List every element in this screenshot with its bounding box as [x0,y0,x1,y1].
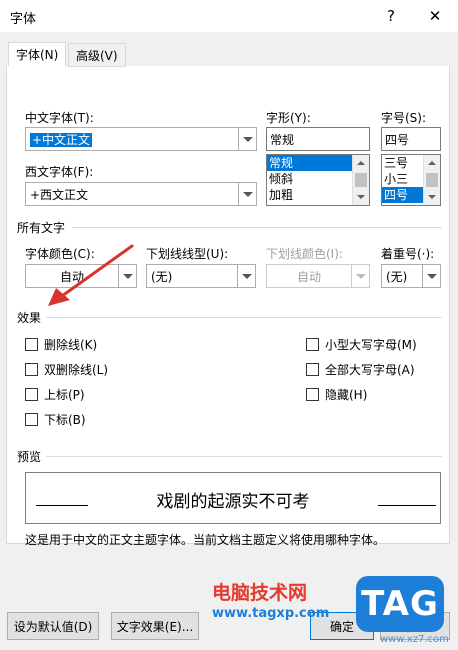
subscript-checkbox[interactable]: 下标(B) [25,411,86,428]
scroll-down-icon[interactable] [424,189,440,205]
chevron-down-icon[interactable] [237,265,255,287]
watermark-badge-text: TAG [361,584,439,624]
tab-font-label: 字体(N) [16,48,59,62]
preview-underline-right [378,505,436,506]
list-item[interactable]: 常规 [267,155,354,171]
checkbox-label: 删除线(K) [44,338,98,352]
emphasis-label: 着重号(·): [381,247,435,261]
size-input[interactable]: 四号 [381,127,441,151]
preview-section-label: 预览 [17,450,42,464]
small-caps-checkbox[interactable]: 小型大写字母(M) [306,336,417,353]
preview-sample-text: 戏剧的起源实不可考 [156,492,310,512]
checkbox-box[interactable] [25,363,38,376]
checkbox-label: 小型大写字母(M) [325,338,417,352]
scroll-up-icon[interactable] [353,155,369,171]
chinese-font-label: 中文字体(T): [25,111,94,125]
style-list[interactable]: 常规 倾斜 加粗 [266,154,370,206]
underline-type-value: (无) [151,269,173,284]
chevron-down-icon[interactable] [238,128,256,150]
all-text-section-label: 所有文字 [17,221,66,235]
checkbox-box[interactable] [306,388,319,401]
underline-color-combo: 自动 [266,264,370,288]
tab-advanced[interactable]: 高级(V) [68,43,126,67]
help-icon: ? [387,7,395,25]
watermark-badge-logo: TAG [356,576,444,632]
section-divider [46,456,442,457]
emphasis-combo[interactable]: (无) [381,264,441,288]
tab-font[interactable]: 字体(N) [8,42,67,67]
scroll-down-icon[interactable] [353,189,369,205]
chevron-down-icon[interactable] [422,265,440,287]
checkbox-box[interactable] [306,363,319,376]
western-font-label: 西文字体(F): [25,165,94,179]
dialog-title: 字体 [10,12,37,27]
scroll-thumb[interactable] [355,173,367,187]
watermark-site-name: 电脑技术网 [212,582,308,604]
style-label: 字形(Y): [266,111,311,125]
underline-type-combo[interactable]: (无) [146,264,256,288]
scroll-thumb[interactable] [426,173,438,187]
section-divider [46,317,442,318]
emphasis-value: (无) [386,269,408,284]
scroll-up-icon[interactable] [424,155,440,171]
checkbox-label: 下标(B) [44,413,86,427]
list-item[interactable]: 四号 [382,187,425,203]
preview-box: 戏剧的起源实不可考 [25,472,441,524]
preview-description: 这是用于中文的正文主题字体。当前文档主题定义将使用哪种字体。 [25,533,386,547]
close-icon: ✕ [428,7,442,25]
chinese-font-combo[interactable]: +中文正文 [25,127,257,151]
checkbox-box[interactable] [25,388,38,401]
close-button[interactable]: ✕ [420,4,450,28]
annotation-arrow-icon [48,244,134,306]
help-button[interactable]: ? [376,4,406,28]
watermark-url: www.tagxp.com [212,606,330,621]
chinese-font-value: +中文正文 [30,132,93,147]
style-input[interactable]: 常规 [266,127,370,151]
size-label: 字号(S): [381,111,427,125]
western-font-value: +西文正文 [30,187,89,202]
section-divider [72,227,442,228]
style-scrollbar[interactable] [352,155,369,205]
checkbox-box[interactable] [25,413,38,426]
checkbox-label: 隐藏(H) [325,388,368,402]
underline-color-value: 自动 [296,269,321,284]
underline-type-label: 下划线线型(U): [146,247,229,261]
tab-advanced-label: 高级(V) [76,48,118,63]
text-effects-button[interactable]: 文字效果(E)... [111,612,199,640]
all-caps-checkbox[interactable]: 全部大写字母(A) [306,361,415,378]
effects-section-label: 效果 [17,311,42,325]
set-default-button[interactable]: 设为默认值(D) [7,612,99,640]
size-list[interactable]: 三号 小三 四号 [381,154,441,206]
checkbox-label: 全部大写字母(A) [325,363,415,377]
hidden-checkbox[interactable]: 隐藏(H) [306,386,367,403]
underline-color-label: 下划线颜色(I): [266,247,343,261]
checkbox-label: 双删除线(L) [44,363,109,377]
strikethrough-checkbox[interactable]: 删除线(K) [25,336,97,353]
double-strikethrough-checkbox[interactable]: 双删除线(L) [25,361,108,378]
checkbox-box[interactable] [25,338,38,351]
checkbox-label: 上标(P) [44,388,85,402]
chevron-down-icon[interactable] [238,183,256,205]
size-scrollbar[interactable] [423,155,440,205]
checkbox-box[interactable] [306,338,319,351]
superscript-checkbox[interactable]: 上标(P) [25,386,85,403]
western-font-combo[interactable]: +西文正文 [25,182,257,206]
watermark-corner-site: www.xz7.com [380,634,449,645]
chevron-down-icon [351,265,369,287]
